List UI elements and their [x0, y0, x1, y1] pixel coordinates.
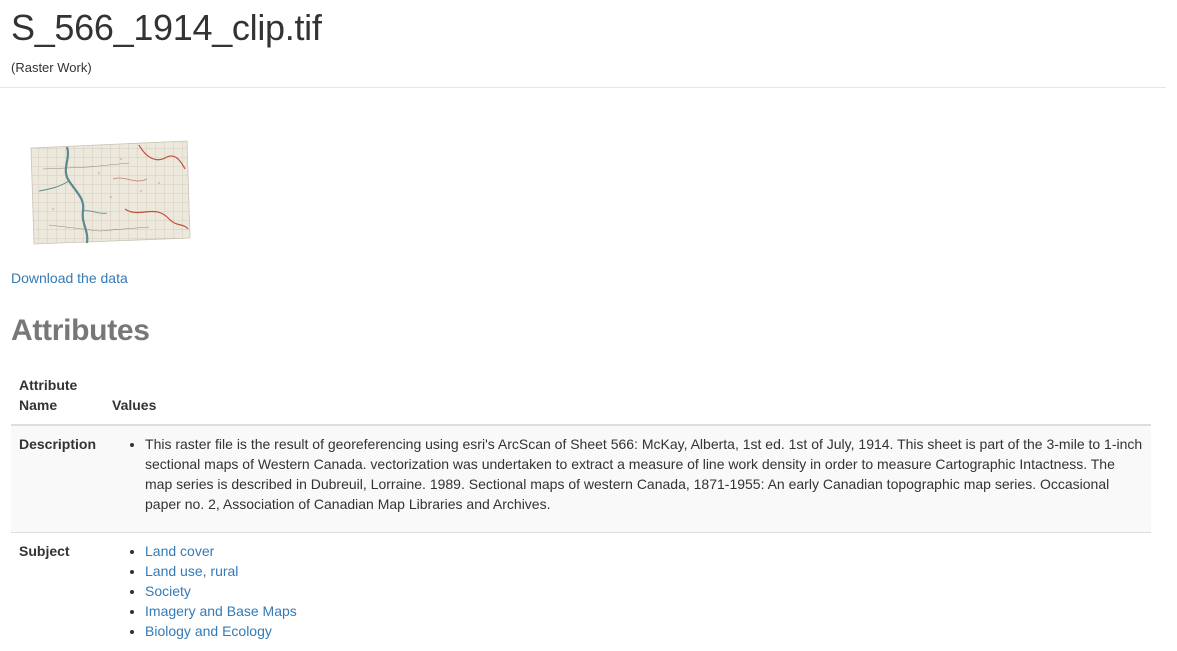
- list-item: Land cover: [145, 541, 1143, 561]
- table-header-row: Attribute Name Values: [11, 370, 1151, 426]
- description-text: This raster file is the result of georef…: [145, 434, 1143, 514]
- description-list: This raster file is the result of georef…: [112, 434, 1143, 514]
- page-subtitle: (Raster Work): [11, 60, 92, 75]
- table-row-subject: Subject Land cover Land use, rural Socie…: [11, 532, 1151, 651]
- page-title: S_566_1914_clip.tif: [11, 7, 322, 48]
- page-header: S_566_1914_clip.tif (Raster Work): [0, 0, 1166, 88]
- subject-link-society[interactable]: Society: [145, 583, 191, 599]
- row-value-subject: Land cover Land use, rural Society Image…: [104, 532, 1151, 651]
- row-label-subject: Subject: [11, 532, 105, 651]
- subject-link-land-use-rural[interactable]: Land use, rural: [145, 563, 238, 579]
- list-item: Land use, rural: [145, 561, 1143, 581]
- list-item: Society: [145, 581, 1143, 601]
- map-thumbnail[interactable]: [29, 139, 191, 245]
- table-row-description: Description This raster file is the resu…: [11, 424, 1151, 533]
- subject-link-land-cover[interactable]: Land cover: [145, 543, 214, 559]
- list-item: Imagery and Base Maps: [145, 601, 1143, 621]
- column-header-attribute-name: Attribute Name: [11, 370, 105, 426]
- row-label-description: Description: [11, 424, 105, 533]
- list-item: Biology and Ecology: [145, 621, 1143, 641]
- attributes-heading: Attributes: [11, 314, 150, 347]
- column-header-values: Values: [104, 370, 1151, 426]
- row-value-description: This raster file is the result of georef…: [104, 424, 1151, 533]
- attributes-table: Attribute Name Values Description This r…: [11, 370, 1151, 651]
- subject-list: Land cover Land use, rural Society Image…: [112, 541, 1143, 641]
- subject-link-imagery-base-maps[interactable]: Imagery and Base Maps: [145, 603, 297, 619]
- download-data-link[interactable]: Download the data: [11, 268, 128, 288]
- subject-link-biology-ecology[interactable]: Biology and Ecology: [145, 623, 272, 639]
